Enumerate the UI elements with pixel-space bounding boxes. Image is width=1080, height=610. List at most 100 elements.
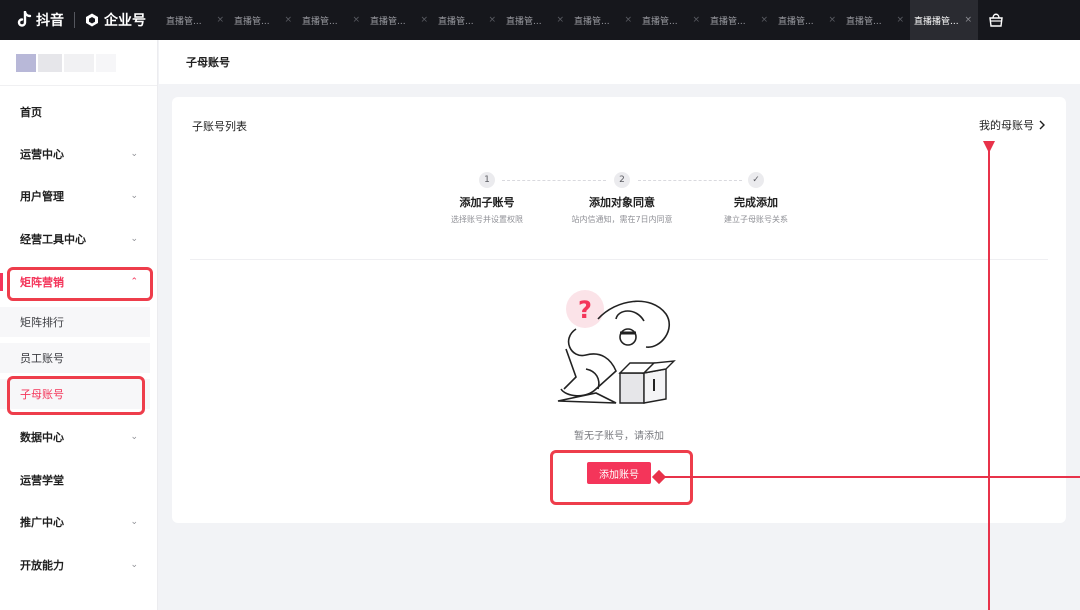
tab-label: 直播管... (166, 16, 202, 27)
account-name-blurred (38, 53, 62, 72)
account-name-blurred (64, 53, 94, 72)
step-title: 添加子账号 (459, 196, 515, 209)
tab-live-3[interactable]: 直播管... × (298, 0, 366, 40)
tab-live-8[interactable]: 直播管... × (638, 0, 706, 40)
brand-name: 抖音 (36, 13, 64, 29)
chevron-down-icon: ⌄ (130, 432, 138, 442)
step-number: 1 (479, 172, 495, 188)
annotation-highlight-box (7, 267, 153, 301)
tab-label: 直播管... (574, 16, 610, 27)
sidebar-item-label: 用户管理 (20, 190, 64, 203)
tab-live-6[interactable]: 直播管... × (502, 0, 570, 40)
tab-label: 直播管... (302, 16, 338, 27)
sidebar-item-home[interactable]: 首页 (0, 97, 158, 127)
sidebar-item-label: 运营中心 (20, 148, 64, 161)
sidebar-item-operations[interactable]: 运营中心 ⌄ (0, 139, 158, 169)
close-icon[interactable]: × (624, 15, 632, 25)
sidebar-item-business-tools[interactable]: 经营工具中心 ⌄ (0, 224, 158, 254)
sidebar-item-academy[interactable]: 运营学堂 (0, 465, 158, 495)
sidebar-item-label: 数据中心 (20, 431, 64, 444)
empty-state-text: 暂无子账号，请添加 (574, 431, 664, 442)
sidebar: 首页 运营中心 ⌄ 用户管理 ⌄ 经营工具中心 ⌄ 矩阵营销 ⌃ 矩阵排行 员工… (0, 40, 158, 610)
step-check-icon: ✓ (748, 172, 764, 188)
avatar (16, 53, 36, 72)
tab-label: 直播管... (234, 16, 270, 27)
sidebar-item-data-center[interactable]: 数据中心 ⌄ (0, 422, 158, 452)
close-icon[interactable]: × (964, 15, 972, 25)
account-switcher[interactable] (0, 40, 157, 86)
tab-strip: 直播管... × 直播管... × 直播管... × 直播管... × 直播管... × … (162, 0, 978, 40)
step-3: ✓ 完成添加 建立子母账号关系 (696, 172, 816, 225)
tab-label: 直播管... (370, 16, 406, 27)
account-name-blurred (96, 53, 116, 72)
douyin-logo[interactable]: 抖音 (0, 0, 64, 40)
tab-live-11[interactable]: 直播管... × (842, 0, 910, 40)
my-parent-account-link[interactable]: 我的母账号 (979, 117, 1046, 133)
tab-label: 直播管... (778, 16, 814, 27)
tab-live-5[interactable]: 直播管... × (434, 0, 502, 40)
close-icon[interactable]: × (216, 15, 224, 25)
annotation-pointer-line (988, 148, 990, 610)
tab-label: 直播管... (438, 16, 474, 27)
annotation-highlight-box (7, 376, 145, 415)
empty-state-illustration: ? (557, 290, 676, 404)
close-icon[interactable]: × (488, 15, 496, 25)
annotation-pointer-line (660, 476, 1080, 478)
close-icon[interactable]: × (556, 15, 564, 25)
divider (190, 259, 1048, 260)
close-icon[interactable]: × (692, 15, 700, 25)
chevron-down-icon: ⌄ (130, 517, 138, 527)
chevron-down-icon: ⌄ (130, 234, 138, 244)
sidebar-item-promotion[interactable]: 推广中心 ⌄ (0, 507, 158, 537)
close-icon[interactable]: × (352, 15, 360, 25)
tab-label: 直播管... (710, 16, 746, 27)
sidebar-item-label: 开放能力 (20, 559, 64, 572)
chevron-right-icon (1039, 120, 1045, 130)
chevron-down-icon: ⌄ (130, 191, 138, 201)
enterprise-name: 企业号 (104, 13, 146, 29)
tab-live-2[interactable]: 直播管... × (230, 0, 298, 40)
chevron-down-icon: ⌄ (130, 149, 138, 159)
step-title: 完成添加 (734, 196, 778, 209)
close-icon[interactable]: × (420, 15, 428, 25)
enterprise-logo[interactable]: 企业号 (85, 0, 146, 40)
close-icon[interactable]: × (828, 15, 836, 25)
chevron-down-icon: ⌄ (130, 560, 138, 570)
sidebar-item-open-capabilities[interactable]: 开放能力 ⌄ (0, 550, 158, 580)
step-title: 添加对象同意 (589, 196, 655, 209)
tab-label: 直播管... (846, 16, 882, 27)
tab-live-7[interactable]: 直播管... × (570, 0, 638, 40)
step-2: 2 添加对象同意 站内信通知，需在7日内同意 (562, 172, 682, 225)
tab-live-12-active[interactable]: 直播播管... × (910, 0, 978, 40)
tab-live-1[interactable]: 直播管... × (162, 0, 230, 40)
annotation-arrow-icon (983, 141, 995, 153)
step-description: 建立子母账号关系 (724, 215, 788, 224)
enterprise-logo-icon (86, 13, 98, 27)
shopping-bag-icon[interactable] (988, 12, 1004, 28)
sidebar-item-label: 经营工具中心 (20, 233, 86, 246)
step-number: 2 (614, 172, 630, 188)
sidebar-item-label: 推广中心 (20, 516, 64, 529)
tab-label: 直播管... (642, 16, 678, 27)
step-description: 站内信通知，需在7日内同意 (571, 215, 673, 224)
tab-label: 直播播管... (914, 16, 959, 27)
step-description: 选择账号并设置权限 (451, 215, 523, 224)
close-icon[interactable]: × (896, 15, 904, 25)
tab-live-9[interactable]: 直播管... × (706, 0, 774, 40)
logo-divider (74, 12, 75, 28)
sidebar-item-label: 矩阵排行 (20, 316, 64, 329)
link-label: 我的母账号 (979, 119, 1034, 132)
sidebar-item-label: 员工账号 (20, 352, 64, 365)
close-icon[interactable]: × (760, 15, 768, 25)
sidebar-item-label: 首页 (20, 106, 42, 119)
sidebar-item-user-management[interactable]: 用户管理 ⌄ (0, 181, 158, 211)
sidebar-subitem-matrix-ranking[interactable]: 矩阵排行 (0, 307, 150, 337)
close-icon[interactable]: × (284, 15, 292, 25)
tab-live-4[interactable]: 直播管... × (366, 0, 434, 40)
page-title: 子母账号 (159, 40, 1080, 84)
tab-label: 直播管... (506, 16, 542, 27)
tab-live-10[interactable]: 直播管... × (774, 0, 842, 40)
douyin-logo-icon (17, 11, 32, 27)
sidebar-subitem-employee-accounts[interactable]: 员工账号 (0, 343, 150, 373)
question-icon: ? (578, 296, 592, 324)
